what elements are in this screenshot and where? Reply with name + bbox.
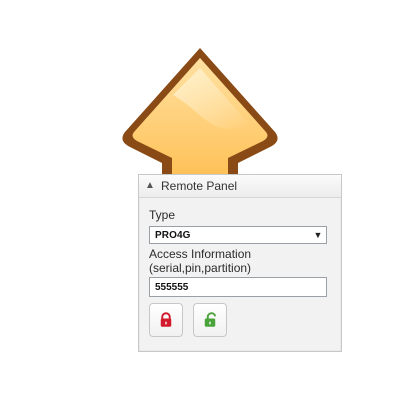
stage: ▲ Remote Panel Type PRO4G ▼ Access Infor… [0,0,400,400]
type-label: Type [149,208,176,222]
access-information-input[interactable]: 555555 [149,277,327,297]
access-information-label: Access Information (serial,pin,partition… [149,247,331,275]
unlock-icon [204,312,216,327]
lock-icon [160,312,172,327]
lock-buttons [149,303,331,337]
access-information-label-line1: Access Information [149,247,252,261]
access-information-label-line2: (serial,pin,partition) [149,261,252,275]
access-information-value: 555555 [155,281,189,293]
lock-button[interactable] [149,303,183,337]
remote-panel: ▲ Remote Panel Type PRO4G ▼ Access Infor… [138,174,342,352]
type-select-value: PRO4G [155,229,191,241]
chevron-up-icon[interactable]: ▲ [145,181,155,191]
type-select[interactable]: PRO4G ▼ [149,226,327,244]
panel-title: Remote Panel [161,179,238,193]
remote-panel-body: Type PRO4G ▼ Access Information (serial,… [139,198,341,337]
unlock-button[interactable] [193,303,227,337]
dropdown-arrow-icon[interactable]: ▼ [310,227,326,243]
remote-panel-header[interactable]: ▲ Remote Panel [139,175,341,198]
